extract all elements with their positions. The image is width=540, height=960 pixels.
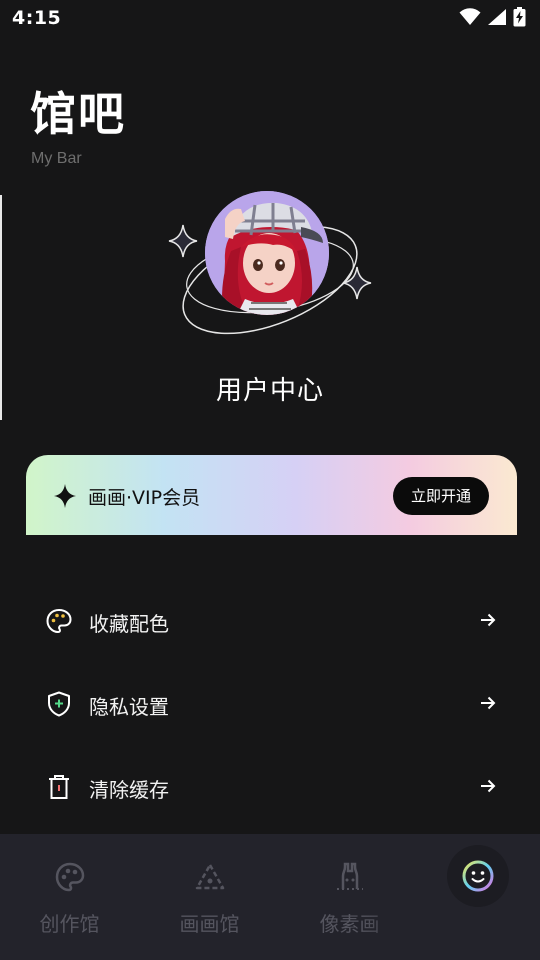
arrow-right-icon	[481, 613, 496, 627]
menu-item-label: 收藏配色	[89, 612, 169, 636]
sparkle-icon	[342, 266, 372, 300]
menu-item-label: 清除缓存	[89, 778, 169, 802]
user-center-title: 用户中心	[215, 376, 324, 406]
trash-icon	[49, 775, 69, 799]
nav-tab-creation[interactable]: 创作馆	[2, 834, 137, 960]
status-icons	[459, 7, 526, 27]
menu-item-privacy-settings[interactable]: 隐私设置	[0, 675, 540, 735]
menu-item-favorite-colors[interactable]: 收藏配色	[0, 592, 540, 652]
sparkle-icon	[168, 224, 198, 258]
vip-card[interactable]: 画画·VIP会员 立即开通	[26, 455, 517, 535]
battery-charging-icon	[513, 7, 526, 27]
shield-plus-icon	[48, 691, 70, 717]
signal-icon	[488, 9, 506, 25]
wifi-icon	[459, 8, 481, 25]
avatar[interactable]	[205, 191, 329, 315]
arrow-right-icon	[481, 696, 496, 710]
page-title: 馆吧	[30, 87, 126, 141]
nav-tab-profile[interactable]	[447, 845, 509, 907]
avatar-illustration	[205, 191, 329, 315]
menu-item-clear-cache[interactable]: 清除缓存	[0, 758, 540, 818]
nav-tab-drawing[interactable]: 画画馆	[142, 834, 277, 960]
smiley-icon	[462, 860, 494, 892]
page-subtitle: My Bar	[31, 150, 82, 167]
vip-label: 画画·VIP会员	[88, 487, 201, 509]
arrow-right-icon	[481, 779, 496, 793]
app-screen: 4:15 馆吧 My Bar 用户中心 画画·VIP会员 立即开通 收藏配色 隐…	[0, 0, 540, 960]
menu-item-label: 隐私设置	[89, 695, 169, 719]
avatar-area[interactable]	[160, 180, 380, 340]
triangle-icon	[195, 863, 224, 890]
label-fade	[360, 880, 420, 950]
palette-icon	[55, 862, 84, 892]
nav-tab-label: 画画馆	[179, 912, 240, 936]
status-bar: 4:15	[0, 0, 540, 38]
vip-star-icon	[54, 484, 76, 508]
vip-activate-button[interactable]: 立即开通	[393, 477, 489, 515]
nav-tab-label: 创作馆	[39, 912, 100, 936]
status-time: 4:15	[12, 7, 62, 29]
palette-icon	[46, 608, 72, 634]
